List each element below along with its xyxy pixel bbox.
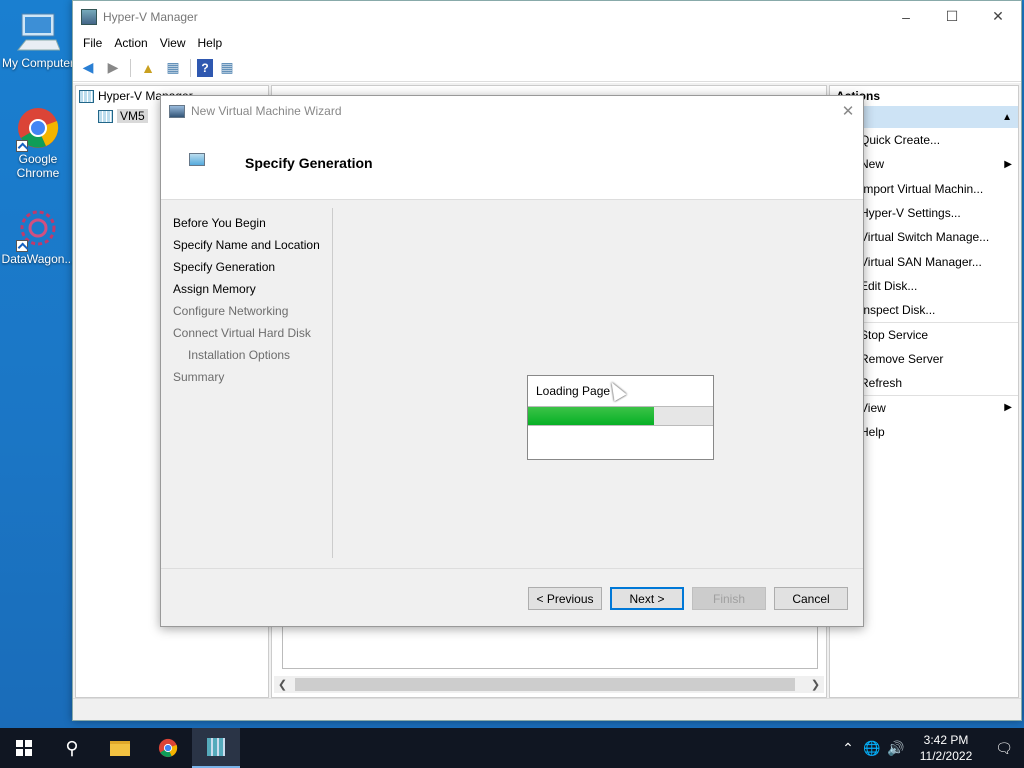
wizard-close-button[interactable]: ✕ xyxy=(833,102,863,120)
search-icon[interactable]: ⚲ xyxy=(48,728,96,768)
clock-time: 3:42 PM xyxy=(923,733,969,747)
wizard-steps: Before You Begin Specify Name and Locatio… xyxy=(161,208,333,558)
help-icon[interactable]: ? xyxy=(197,58,213,77)
wizard-heading: Specify Generation xyxy=(245,154,373,171)
desktop-icon-my-computer[interactable]: My Computer xyxy=(0,10,76,70)
action-item-label: Virtual SAN Manager... xyxy=(860,254,982,269)
hyperv-taskbar-icon[interactable] xyxy=(192,728,240,768)
title-bar[interactable]: Hyper-V Manager – ☐ ✕ xyxy=(73,1,1021,32)
desktop-icon-label: DataWagon... xyxy=(1,252,75,266)
menu-bar: File Action View Help xyxy=(73,32,1021,54)
previous-button[interactable]: < Previous xyxy=(528,587,602,610)
windows-logo-icon xyxy=(16,740,32,756)
status-bar xyxy=(73,698,1021,720)
clock-date: 11/2/2022 xyxy=(919,749,973,763)
menu-action[interactable]: Action xyxy=(108,36,153,50)
details-panel xyxy=(282,621,818,669)
wizard-page-icon xyxy=(189,153,205,166)
window-title: Hyper-V Manager xyxy=(103,9,198,24)
collapse-up-icon[interactable]: ▲ xyxy=(1002,112,1012,123)
clock[interactable]: 3:42 PM 11/2/2022 xyxy=(908,732,984,764)
wizard-step[interactable]: Before You Begin xyxy=(173,212,332,234)
horizontal-scrollbar[interactable]: ❮ ❯ xyxy=(274,676,824,693)
action-item-label: Virtual Switch Manage... xyxy=(860,230,990,245)
volume-icon[interactable]: 🔊 xyxy=(884,740,908,757)
shortcut-arrow-icon xyxy=(16,140,28,152)
toolbar: ◀ ▶ ▲ ▦ ? ▦ xyxy=(73,54,1021,82)
tree-item-label: VM5 xyxy=(117,109,148,123)
notifications-icon[interactable]: 🗨 xyxy=(984,740,1024,757)
desktop-icon-datawagon[interactable]: DataWagon... xyxy=(0,206,76,266)
scroll-thumb[interactable] xyxy=(295,678,795,691)
wizard-step: Installation Options xyxy=(188,348,291,362)
chevron-up-icon[interactable]: ⌃ xyxy=(836,740,860,757)
hyperv-app-icon xyxy=(81,8,97,25)
action-item-label: Refresh xyxy=(860,376,903,391)
wizard-footer: < Previous Next > Finish Cancel xyxy=(161,568,863,626)
scroll-left-icon[interactable]: ❮ xyxy=(274,678,291,691)
datawagon-icon xyxy=(16,206,60,252)
wizard-app-icon xyxy=(169,104,185,118)
cancel-button[interactable]: Cancel xyxy=(774,587,848,610)
action-item-label: Edit Disk... xyxy=(860,278,918,293)
scroll-right-icon[interactable]: ❯ xyxy=(807,678,824,691)
computer-icon xyxy=(16,10,61,54)
wizard-step[interactable]: Specify Generation xyxy=(173,256,332,278)
chrome-icon xyxy=(16,106,60,152)
wizard-step[interactable]: Specify Name and Location xyxy=(173,234,332,256)
network-globe-icon[interactable]: 🌐 xyxy=(860,740,884,757)
new-vm-wizard-dialog: New Virtual Machine Wizard ✕ Specify Gen… xyxy=(160,95,864,627)
action-item-label: Inspect Disk... xyxy=(860,303,936,318)
menu-help[interactable]: Help xyxy=(192,36,229,50)
up-folder-icon[interactable]: ▲ xyxy=(137,57,159,79)
chrome-taskbar-icon[interactable] xyxy=(144,728,192,768)
action-item-label: Remove Server xyxy=(860,351,944,366)
forward-arrow-icon[interactable]: ▶ xyxy=(102,57,124,79)
toolbar-separator xyxy=(190,58,191,77)
menu-file[interactable]: File xyxy=(77,36,108,50)
wizard-title: New Virtual Machine Wizard xyxy=(191,104,342,118)
action-item-label: Stop Service xyxy=(860,328,929,343)
action-item-label: Quick Create... xyxy=(860,133,941,148)
minimize-button[interactable]: – xyxy=(883,1,929,32)
show-hide-tree-icon[interactable]: ▦ xyxy=(162,57,184,79)
wizard-step: Summary xyxy=(173,370,225,384)
wizard-step[interactable]: Assign Memory xyxy=(173,278,332,300)
desktop-icon-label: My Computer xyxy=(1,56,75,70)
desktop-icon-chrome[interactable]: Google Chrome xyxy=(0,106,76,180)
system-tray: ⌃ 🌐 🔊 3:42 PM 11/2/2022 🗨 xyxy=(836,728,1024,768)
wizard-header: Specify Generation xyxy=(161,126,863,200)
start-button[interactable] xyxy=(0,728,48,768)
progress-fill xyxy=(528,407,654,425)
shortcut-arrow-icon xyxy=(16,240,28,252)
submenu-arrow-icon: ▶ xyxy=(1004,402,1012,414)
wizard-step: Configure Networking xyxy=(173,304,289,318)
close-button[interactable]: ✕ xyxy=(975,1,1021,32)
wizard-title-bar[interactable]: New Virtual Machine Wizard ✕ xyxy=(161,96,863,126)
show-hide-action-pane-icon[interactable]: ▦ xyxy=(216,57,238,79)
file-explorer-icon[interactable] xyxy=(96,728,144,768)
action-item-label: Hyper-V Settings... xyxy=(860,206,961,221)
finish-button[interactable]: Finish xyxy=(692,587,766,610)
desktop-icon-label: Google Chrome xyxy=(16,152,60,180)
back-arrow-icon[interactable]: ◀ xyxy=(77,57,99,79)
toolbar-separator xyxy=(130,58,131,77)
server-icon xyxy=(98,109,113,123)
action-item-label: Import Virtual Machin... xyxy=(860,181,984,196)
wizard-step: Connect Virtual Hard Disk xyxy=(173,326,311,340)
next-button[interactable]: Next > xyxy=(610,587,684,610)
menu-view[interactable]: View xyxy=(154,36,192,50)
hyperv-manager-icon xyxy=(79,89,94,103)
maximize-button[interactable]: ☐ xyxy=(929,1,975,32)
taskbar: ⚲ ⌃ 🌐 🔊 3:42 PM 11/2/2022 🗨 xyxy=(0,728,1024,768)
submenu-arrow-icon: ▶ xyxy=(1004,158,1012,170)
loading-progress-bar xyxy=(528,406,713,426)
